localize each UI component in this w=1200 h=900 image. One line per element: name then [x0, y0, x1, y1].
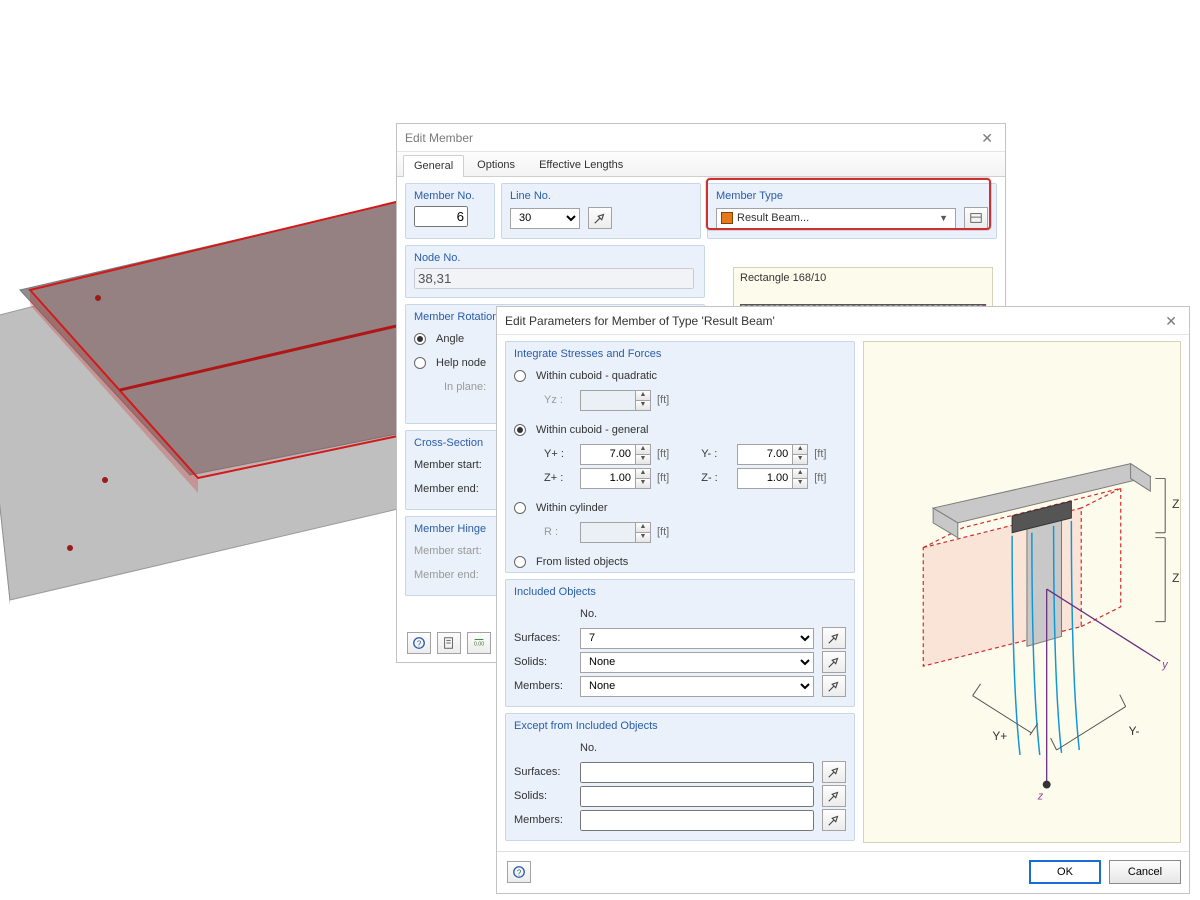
prev-z-axis: z [1037, 790, 1044, 802]
ex-solids-input[interactable] [580, 786, 814, 807]
svg-text:?: ? [417, 640, 422, 649]
yminus-input[interactable] [737, 444, 793, 465]
radio-cuboid-general[interactable]: Within cuboid - general [514, 418, 846, 442]
yz-input [580, 390, 636, 411]
highlight-member-type [706, 178, 991, 230]
svg-text:0.00: 0.00 [474, 642, 484, 648]
tab-options[interactable]: Options [466, 154, 526, 176]
r-label: R : [544, 526, 574, 538]
edit-member-titlebar[interactable]: Edit Member ✕ [397, 124, 1005, 152]
line-no-label: Line No. [510, 190, 692, 202]
zminus-label: Z- : [701, 472, 731, 484]
node-no-label: Node No. [414, 252, 696, 264]
edit-parameters-title: Edit Parameters for Member of Type 'Resu… [505, 307, 775, 335]
edit-parameters-titlebar[interactable]: Edit Parameters for Member of Type 'Resu… [497, 307, 1189, 335]
member-no-label: Member No. [414, 190, 486, 202]
units-button[interactable]: 0.00 [467, 632, 491, 654]
cross-section-title: Rectangle 168/10 [740, 272, 826, 284]
ex-members-input[interactable] [580, 810, 814, 831]
pick-ex-surfaces-button[interactable] [822, 761, 846, 783]
prev-yminus: Y- [1129, 724, 1140, 738]
prev-yplus: Y+ [992, 729, 1007, 743]
integrate-label: Integrate Stresses and Forces [514, 348, 846, 360]
pick-surfaces-button[interactable] [822, 627, 846, 649]
radio-cuboid-quadratic[interactable]: Within cuboid - quadratic [514, 364, 846, 388]
ex-members-label: Members: [514, 814, 574, 826]
pick-members-button[interactable] [822, 675, 846, 697]
edit-parameters-dialog: Edit Parameters for Member of Type 'Resu… [496, 306, 1190, 894]
ok-button[interactable]: OK [1029, 860, 1101, 884]
ex-surfaces-label: Surfaces: [514, 766, 574, 778]
radio-cylinder[interactable]: Within cylinder [514, 496, 846, 520]
help-button[interactable]: ? [407, 632, 431, 654]
r-input [580, 522, 636, 543]
pick-solids-button[interactable] [822, 651, 846, 673]
zplus-input[interactable] [580, 468, 636, 489]
solids-select[interactable]: None [580, 652, 814, 673]
cs-end-label: Member end: [414, 483, 494, 495]
prev-y-axis: y [1161, 659, 1168, 671]
note-button[interactable] [437, 632, 461, 654]
surfaces-select[interactable]: 7 [580, 628, 814, 649]
close-icon[interactable]: ✕ [1161, 307, 1181, 335]
line-no-select[interactable]: 30 [510, 208, 580, 229]
tab-general[interactable]: General [403, 155, 464, 177]
zminus-input[interactable] [737, 468, 793, 489]
radio-from-listed[interactable]: From listed objects [514, 550, 846, 574]
yplus-input[interactable] [580, 444, 636, 465]
pick-ex-solids-button[interactable] [822, 785, 846, 807]
yplus-label: Y+ : [544, 448, 574, 460]
zplus-label: Z+ : [544, 472, 574, 484]
svg-text:?: ? [517, 869, 522, 878]
prev-zplus: Z+ [1172, 497, 1180, 511]
ex-solids-label: Solids: [514, 790, 574, 802]
solids-label: Solids: [514, 656, 574, 668]
ex-surfaces-input[interactable] [580, 762, 814, 783]
node-no-input [414, 268, 694, 289]
members-select[interactable]: None [580, 676, 814, 697]
yz-label: Yz : [544, 394, 574, 406]
parameters-preview: Z+ Z- Y+ Y- y z [863, 341, 1181, 843]
tab-effective-lengths[interactable]: Effective Lengths [528, 154, 634, 176]
rotation-inplane-label: In plane: [444, 381, 486, 393]
member-no-input[interactable] [414, 206, 468, 227]
no-header: No. [580, 608, 597, 620]
help-button[interactable]: ? [507, 861, 531, 883]
cs-start-label: Member start: [414, 459, 494, 471]
prev-zminus: Z- [1172, 571, 1180, 585]
edit-member-title: Edit Member [405, 124, 473, 152]
surfaces-label: Surfaces: [514, 632, 574, 644]
edit-member-tabs: General Options Effective Lengths [397, 152, 1005, 177]
pick-ex-members-button[interactable] [822, 809, 846, 831]
cancel-button[interactable]: Cancel [1109, 860, 1181, 884]
included-objects-label: Included Objects [514, 586, 846, 598]
close-icon[interactable]: ✕ [977, 124, 997, 152]
pick-line-button[interactable] [588, 207, 612, 229]
yminus-label: Y- : [701, 448, 731, 460]
hinge-start-label: Member start: [414, 545, 494, 557]
except-objects-label: Except from Included Objects [514, 720, 846, 732]
hinge-end-label: Member end: [414, 569, 494, 581]
members-label: Members: [514, 680, 574, 692]
no-header-2: No. [580, 742, 597, 754]
